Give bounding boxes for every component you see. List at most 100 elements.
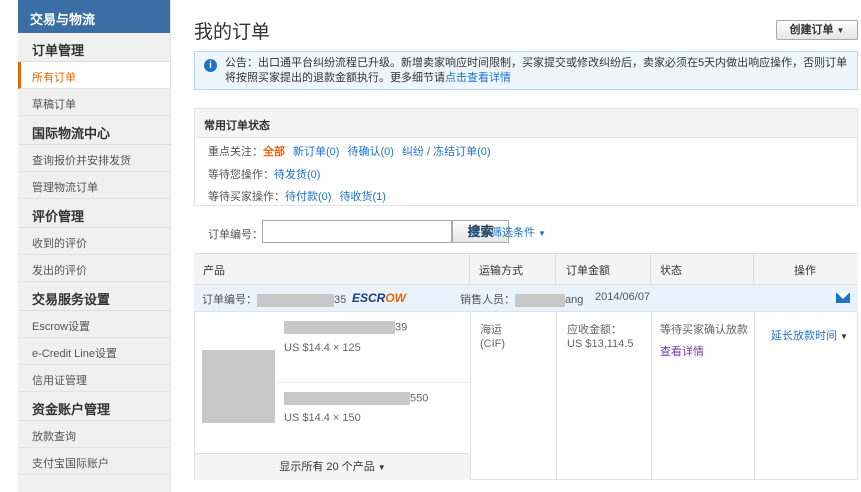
sidebar-item-all-orders[interactable]: 所有订单 — [18, 62, 170, 89]
sidebar-item-alipay-account[interactable]: 支付宝国际账户 — [18, 448, 170, 475]
filter-new-link[interactable]: 新订单(0) — [293, 146, 339, 158]
col-amount: 订单金额 — [566, 265, 610, 277]
order-id-input[interactable] — [262, 220, 452, 243]
sidebar-title: 交易与物流 — [18, 0, 170, 33]
info-icon: i — [204, 59, 217, 72]
col-shipping: 运输方式 — [479, 265, 523, 277]
order-id-caption: 订单编号： — [202, 294, 257, 306]
escrow-logo: ESCROW — [352, 291, 406, 305]
status-row-focus: 重点关注：全部 新订单(0) 待确认(0) 纠纷 / 冻结订单(0) — [208, 143, 491, 159]
sidebar-item-quote-shipping[interactable]: 查询报价并安排发货 — [18, 145, 170, 172]
col-divider — [555, 254, 556, 284]
view-detail-link[interactable]: 查看详情 — [660, 343, 704, 359]
sidebar-item-manage-logistics[interactable]: 管理物流订单 — [18, 172, 170, 199]
salesperson: 销售人员： ang — [460, 291, 583, 307]
sidebar-section-orders: 订单管理 — [18, 33, 170, 62]
chevron-down-icon: ▼ — [836, 26, 845, 35]
order-id-label: 订单编号： — [208, 229, 263, 241]
status-row-wait-buyer: 等待买家操作：待付款(0) 待收货(1) — [208, 188, 386, 204]
col-divider — [650, 254, 651, 284]
order-status-text: 等待买家确认放款 — [660, 324, 748, 336]
col-divider — [753, 254, 754, 284]
shipping-term: (CIF) — [480, 338, 506, 350]
create-order-label: 创建订单 — [789, 24, 834, 36]
sidebar-item-received-reviews[interactable]: 收到的评价 — [18, 228, 170, 255]
col-status: 状态 — [660, 265, 682, 277]
product-1-code-suffix: 39 — [395, 321, 408, 334]
mail-icon[interactable] — [836, 293, 850, 303]
order-date: 2014/06/07 — [595, 291, 651, 303]
more-filters-link[interactable]: 更多筛选条件 ▼ — [469, 224, 546, 240]
col-divider — [469, 254, 470, 284]
product-2-price: US $14.4 × 150 — [284, 412, 361, 424]
col-action: 操作 — [794, 265, 816, 277]
filter-confirm-link[interactable]: 待确认(0) — [347, 146, 393, 158]
salesperson-suffix: ang — [565, 294, 584, 306]
more-filters-label: 更多筛选条件 — [469, 227, 535, 239]
sidebar: 交易与物流 订单管理 所有订单 草稿订单 国际物流中心 查询报价并安排发货 管理… — [18, 0, 171, 492]
shipping-method: 海运 (CIF) — [480, 323, 505, 351]
sidebar-section-reviews: 评价管理 — [18, 199, 170, 228]
wait-you-label: 等待您操作： — [208, 169, 274, 181]
sidebar-section-logistics: 国际物流中心 — [18, 116, 170, 145]
product-1-code: 39 — [284, 321, 407, 334]
notice-detail-link[interactable]: 点击查看详情 — [445, 72, 511, 84]
order-id-suffix: 35 — [334, 294, 347, 306]
escrow-logo-ow: OW — [385, 291, 407, 305]
wait-buyer-label: 等待买家操作： — [208, 191, 285, 203]
amount-value: US $13,114.5 — [567, 338, 634, 350]
focus-label: 重点关注： — [208, 146, 263, 158]
product-divider — [277, 382, 469, 383]
redacted-block — [515, 293, 565, 307]
create-order-button[interactable]: 创建订单 ▼ — [776, 20, 858, 40]
sidebar-item-payout-query[interactable]: 放款查询 — [18, 421, 170, 448]
sidebar-item-ecredit-settings[interactable]: e-Credit Line设置 — [18, 338, 170, 365]
redacted-block — [284, 392, 410, 405]
amount-label: 应收金额： — [567, 324, 622, 336]
sidebar-item-draft-orders[interactable]: 草稿订单 — [18, 89, 170, 116]
order-status-panel: 常用订单状态 重点关注：全部 新订单(0) 待确认(0) 纠纷 / 冻结订单(0) 等… — [194, 108, 858, 206]
col-divider — [556, 312, 557, 480]
filter-wait-receive-link[interactable]: 待收货(1) — [339, 191, 385, 203]
chevron-down-icon: ▼ — [840, 332, 848, 341]
filter-dispute-link[interactable]: 纠纷 / 冻结订单(0) — [402, 146, 491, 158]
col-product: 产品 — [203, 265, 225, 277]
status-panel-title: 常用订单状态 — [195, 109, 857, 138]
sidebar-section-trade-settings: 交易服务设置 — [18, 282, 170, 311]
salesperson-caption: 销售人员： — [460, 294, 515, 306]
main-content: 我的订单 创建订单 ▼ i 公告：出口通平台纠纷流程已升级。新增卖家响应时间限制，… — [194, 0, 858, 492]
order-detail-row: 39 US $14.4 × 125 550 US $14.4 × 150 显示所… — [194, 312, 858, 480]
page-title: 我的订单 — [194, 22, 271, 43]
order-amount: 应收金额： US $13,114.5 — [567, 323, 633, 351]
notice-text: 公告：出口通平台纠纷流程已升级。新增卖家响应时间限制，买家提交或修改纠纷后，卖家… — [225, 57, 848, 84]
product-2-code: 550 — [284, 392, 428, 405]
product-2-code-suffix: 550 — [410, 392, 429, 405]
product-image — [202, 350, 275, 423]
shipping-mode: 海运 — [480, 324, 502, 336]
col-divider — [651, 312, 652, 480]
notice-banner: i 公告：出口通平台纠纷流程已升级。新增卖家响应时间限制，买家提交或修改纠纷后，… — [194, 51, 858, 90]
extend-release-time-button[interactable]: 延长放款时间 ▼ — [771, 327, 848, 343]
show-all-label: 显示所有 20 个产品 — [279, 461, 375, 473]
chevron-down-icon: ▼ — [538, 229, 546, 238]
filter-all-link[interactable]: 全部 — [263, 146, 285, 158]
order-summary-bar: 订单编号： 35 ESCROW 销售人员： ang 2014/06/07 — [194, 285, 858, 312]
redacted-block — [257, 293, 334, 307]
filter-wait-ship-link[interactable]: 待发货(0) — [274, 169, 320, 181]
redacted-block — [284, 321, 395, 334]
col-divider — [470, 312, 471, 480]
sidebar-item-sent-reviews[interactable]: 发出的评价 — [18, 255, 170, 282]
show-all-products-button[interactable]: 显示所有 20 个产品 ▼ — [195, 453, 470, 480]
sidebar-section-funds: 资金账户管理 — [18, 392, 170, 421]
sidebar-item-lc-management[interactable]: 信用证管理 — [18, 365, 170, 392]
extend-release-label: 延长放款时间 — [771, 330, 837, 342]
table-header: 产品 运输方式 订单金额 状态 操作 — [194, 253, 858, 285]
status-row-wait-you: 等待您操作：待发货(0) — [208, 166, 320, 182]
order-id: 订单编号： 35 — [202, 291, 346, 307]
escrow-logo-main: ESCR — [352, 291, 386, 305]
filter-wait-pay-link[interactable]: 待付款(0) — [285, 191, 331, 203]
product-1-price: US $14.4 × 125 — [284, 342, 361, 354]
col-divider — [754, 312, 755, 480]
chevron-down-icon: ▼ — [377, 463, 386, 472]
sidebar-item-escrow-settings[interactable]: Escrow设置 — [18, 311, 170, 338]
